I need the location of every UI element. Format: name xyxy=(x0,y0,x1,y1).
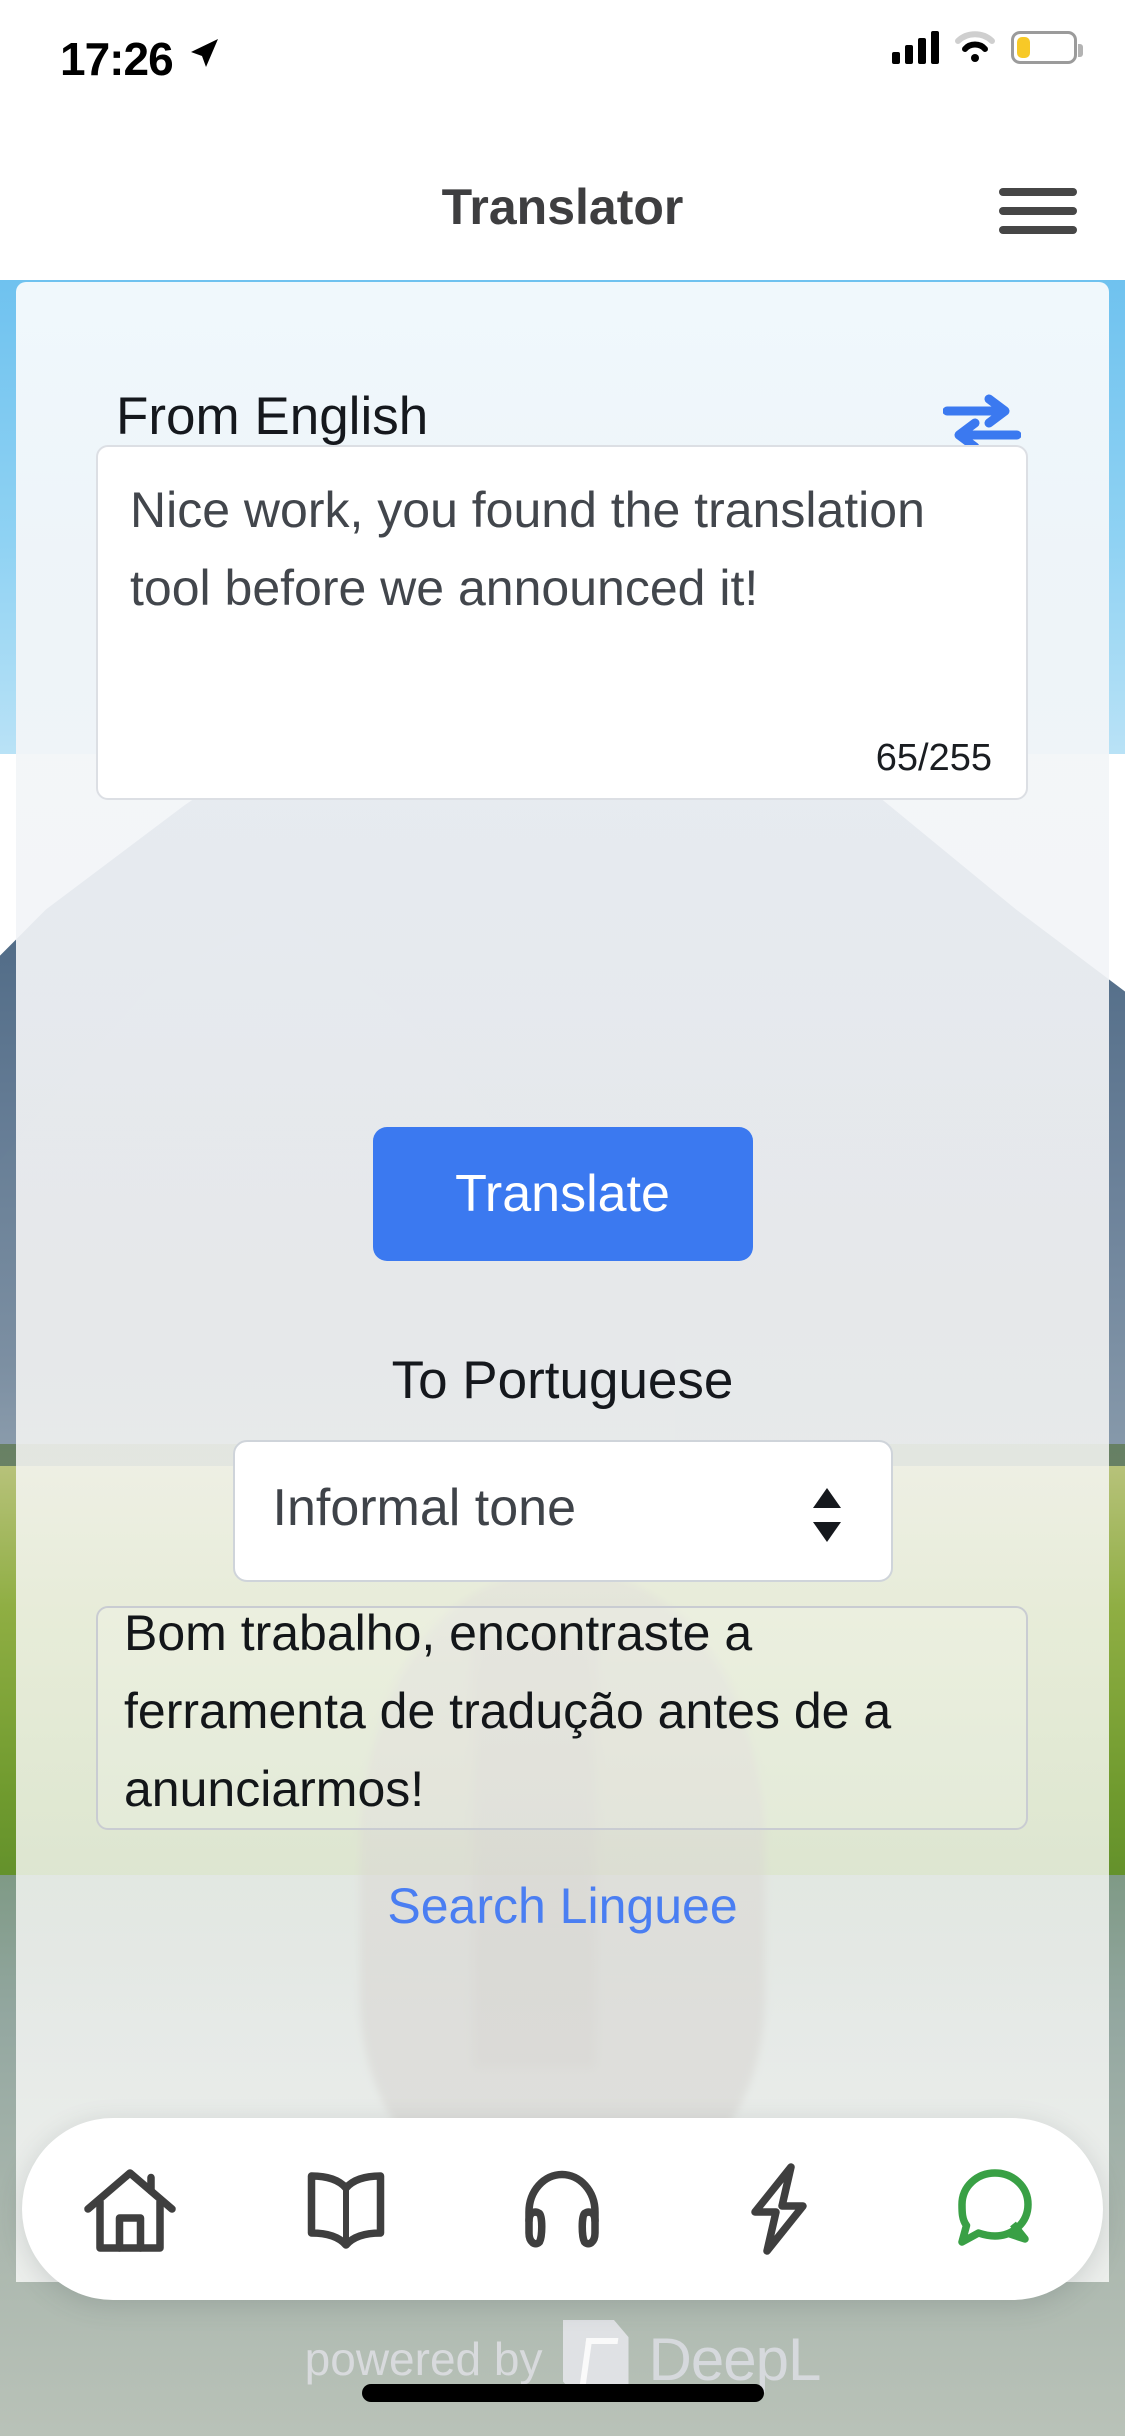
status-indicators xyxy=(892,30,1083,64)
hamburger-line-1 xyxy=(999,188,1077,196)
tab-quick-actions[interactable] xyxy=(704,2134,854,2284)
status-bar: 17:26 xyxy=(0,0,1125,140)
tab-chat[interactable] xyxy=(920,2134,1070,2284)
home-indicator[interactable] xyxy=(361,2384,764,2402)
hamburger-line-3 xyxy=(999,226,1077,234)
phone-screen: powered by DeepL From English Nice work,… xyxy=(0,0,1125,2436)
swap-languages-button[interactable] xyxy=(942,394,1022,452)
battery-fill xyxy=(1017,36,1031,58)
swap-arrows-icon xyxy=(942,394,1022,452)
hamburger-menu-icon[interactable] xyxy=(999,188,1077,234)
page-title: Translator xyxy=(441,179,684,235)
headphones-icon xyxy=(525,2170,600,2248)
character-counter: 65/255 xyxy=(875,737,992,779)
battery-low-icon xyxy=(1011,30,1083,64)
hamburger-line-2 xyxy=(999,207,1077,215)
powered-by-label: powered by xyxy=(304,2333,543,2385)
lightning-bolt-icon xyxy=(750,2163,807,2255)
status-time: 17:26 xyxy=(60,33,174,85)
chevron-updown-icon xyxy=(812,1488,841,1542)
source-language-label: From English xyxy=(116,387,429,446)
home-icon xyxy=(84,2169,176,2252)
source-text-value: Nice work, you found the translation too… xyxy=(130,482,925,616)
tab-home[interactable] xyxy=(55,2134,205,2284)
translator-card: From English Nice work, you found the tr… xyxy=(16,282,1109,2282)
source-text-input[interactable]: Nice work, you found the translation too… xyxy=(96,445,1028,800)
translated-text-value: Bom trabalho, encontraste a ferramenta d… xyxy=(124,1605,892,1817)
tab-listen[interactable] xyxy=(487,2134,637,2284)
chat-bubble-icon xyxy=(958,2169,1032,2246)
book-icon xyxy=(308,2172,385,2249)
location-arrow-icon xyxy=(191,39,218,67)
tab-dictionary[interactable] xyxy=(271,2134,421,2284)
app-header: Translator xyxy=(0,140,1125,280)
tone-select-value: Informal tone xyxy=(272,1479,577,1537)
tone-select[interactable]: Informal tone xyxy=(232,1440,893,1582)
target-language-label: To Portuguese xyxy=(391,1351,734,1410)
bottom-tab-bar xyxy=(22,2118,1103,2300)
translated-text-output: Bom trabalho, encontraste a ferramenta d… xyxy=(96,1605,1028,1830)
search-linguee-link[interactable]: Search Linguee xyxy=(16,1877,1109,1935)
cellular-signal-icon xyxy=(892,30,939,64)
wifi-icon xyxy=(955,31,995,62)
translate-button[interactable]: Translate xyxy=(372,1127,753,1261)
